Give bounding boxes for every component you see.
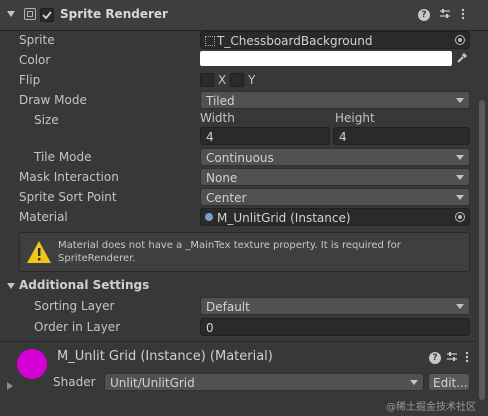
width-label: Width — [200, 111, 235, 125]
draw-mode-dropdown[interactable]: Tiled — [200, 91, 470, 109]
draw-mode-label: Draw Mode — [19, 93, 87, 107]
shader-dropdown[interactable]: Unlit/UnlitGrid — [104, 373, 424, 391]
sort-point-label: Sprite Sort Point — [19, 190, 117, 204]
watermark: @稀土掘金技术社区 — [386, 402, 476, 413]
foldout-arrow-icon[interactable] — [7, 283, 15, 289]
help-icon[interactable]: ? — [418, 9, 430, 21]
flip-y-checkbox[interactable] — [230, 73, 244, 87]
presets-icon[interactable] — [439, 8, 451, 20]
more-options-icon[interactable] — [461, 351, 473, 363]
tile-mode-label: Tile Mode — [34, 150, 92, 164]
additional-settings-title[interactable]: Additional Settings — [19, 278, 149, 292]
sorting-layer-value: Default — [206, 300, 250, 314]
more-options-icon[interactable] — [457, 8, 469, 20]
presets-icon[interactable] — [446, 351, 458, 363]
enabled-checkbox[interactable] — [40, 8, 54, 22]
shader-value: Unlit/UnlitGrid — [110, 376, 195, 390]
chevron-down-icon — [456, 175, 464, 180]
scrollbar[interactable] — [479, 100, 485, 400]
tile-mode-value: Continuous — [206, 151, 274, 165]
flip-x-checkbox[interactable] — [200, 73, 214, 87]
foldout-arrow-icon[interactable] — [7, 382, 13, 390]
chevron-down-icon — [456, 304, 464, 309]
sprite-value: T_ChessboardBackground — [217, 34, 373, 48]
color-swatch[interactable] — [200, 51, 452, 66]
height-field[interactable]: 4 — [333, 127, 470, 145]
color-label: Color — [19, 53, 51, 67]
sprite-field[interactable]: T_ChessboardBackground — [200, 31, 470, 49]
sort-point-dropdown[interactable]: Center — [200, 188, 470, 206]
warning-icon — [27, 241, 51, 263]
sort-point-value: Center — [206, 191, 247, 205]
object-picker-icon[interactable] — [455, 35, 465, 45]
edit-shader-button[interactable]: Edit... — [428, 373, 470, 391]
chevron-down-icon — [456, 155, 464, 160]
sprite-label: Sprite — [19, 33, 55, 47]
order-in-layer-label: Order in Layer — [34, 320, 121, 334]
height-label: Height — [335, 111, 375, 125]
width-field[interactable]: 4 — [200, 127, 330, 145]
chevron-down-icon — [410, 380, 418, 385]
sorting-layer-dropdown[interactable]: Default — [200, 297, 470, 315]
mask-interaction-label: Mask Interaction — [19, 170, 119, 184]
sprite-asset-icon — [205, 36, 215, 46]
size-label: Size — [34, 113, 59, 127]
material-label: Material — [19, 210, 68, 224]
material-preview — [17, 349, 47, 379]
component-header: Sprite Renderer ? — [0, 0, 488, 31]
help-icon[interactable]: ? — [429, 352, 441, 364]
draw-mode-value: Tiled — [206, 94, 235, 108]
chevron-down-icon — [456, 98, 464, 103]
shader-label: Shader — [53, 375, 96, 389]
flip-label: Flip — [19, 73, 41, 87]
material-value: M_UnlitGrid (Instance) — [217, 211, 351, 225]
eyedropper-icon[interactable] — [455, 51, 469, 65]
divider — [0, 341, 476, 342]
flip-x-label: X — [218, 73, 227, 87]
sorting-layer-label: Sorting Layer — [34, 299, 115, 313]
material-field[interactable]: M_UnlitGrid (Instance) — [200, 208, 470, 226]
warning-text: Material does not have a _MainTex textur… — [58, 240, 401, 264]
foldout-arrow-icon[interactable] — [7, 11, 15, 17]
material-panel-title: M_Unlit Grid (Instance) (Material) — [57, 349, 273, 364]
mask-interaction-value: None — [206, 171, 238, 185]
component-title: Sprite Renderer — [60, 7, 168, 21]
tile-mode-dropdown[interactable]: Continuous — [200, 148, 470, 166]
flip-y-label: Y — [248, 73, 256, 87]
material-asset-icon — [205, 213, 213, 221]
warning-box: Material does not have a _MainTex textur… — [19, 232, 470, 272]
chevron-down-icon — [456, 195, 464, 200]
object-picker-icon[interactable] — [455, 212, 465, 222]
sprite-renderer-icon — [24, 8, 36, 20]
mask-interaction-dropdown[interactable]: None — [200, 168, 470, 186]
order-in-layer-field[interactable]: 0 — [200, 318, 470, 336]
